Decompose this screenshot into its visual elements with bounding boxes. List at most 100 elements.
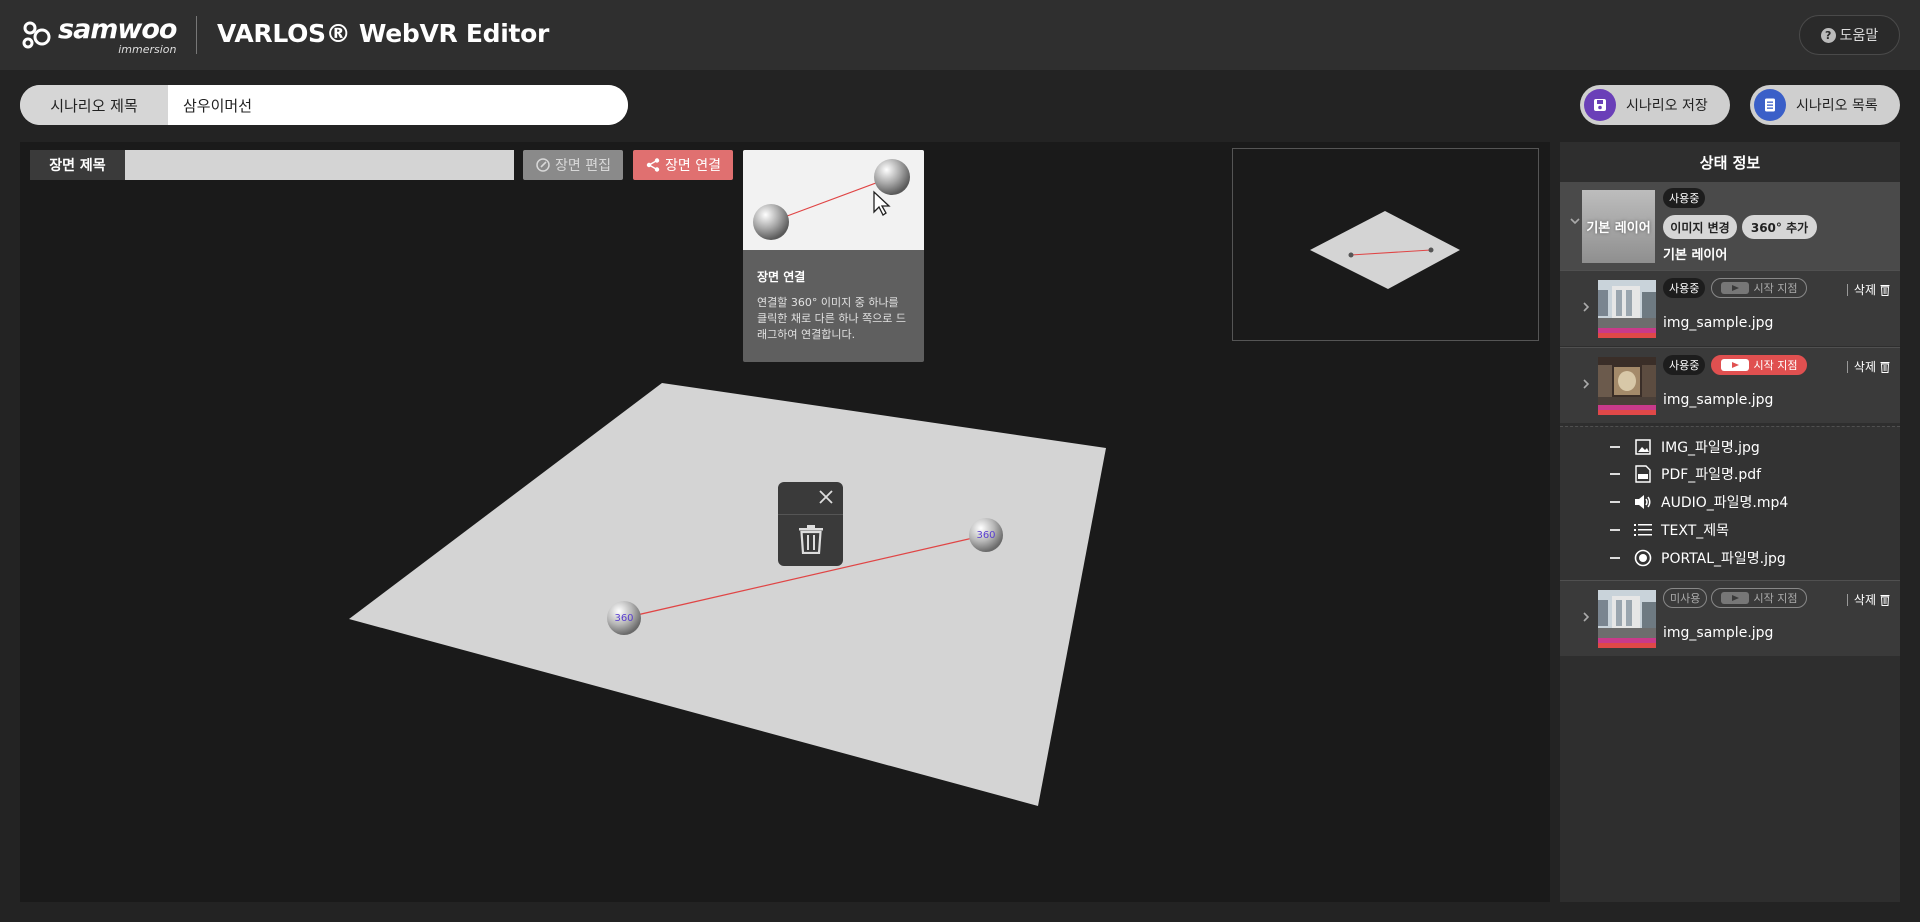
scene-item-list: IMG_파일명.jpg PDF_파일명.pdf AUDIO_파일명.mp4 TE…: [1560, 426, 1900, 580]
list-item[interactable]: AUDIO_파일명.mp4: [1610, 492, 1788, 512]
item-label: IMG_파일명.jpg: [1661, 440, 1760, 456]
start-point-label: 시작 지점: [1753, 592, 1798, 605]
trash-icon[interactable]: [797, 524, 825, 554]
logo-mark-icon: [22, 21, 51, 49]
start-point-toggle[interactable]: 시작 지점: [1711, 278, 1807, 298]
chevron-right-icon[interactable]: [1580, 611, 1592, 627]
popup-divider: [778, 514, 843, 515]
scene-node-1-label: 360: [614, 613, 633, 624]
scene-file-name: img_sample.jpg: [1663, 392, 1774, 408]
minimap-canvas: [1310, 211, 1460, 289]
connection-delete-popup: [778, 482, 843, 566]
delete-scene-button[interactable]: 삭제: [1846, 591, 1890, 608]
scene-title-input[interactable]: [125, 150, 514, 180]
video-icon: [1720, 282, 1749, 294]
logo-name: samwoo: [58, 13, 177, 45]
start-point-label: 시작 지점: [1753, 359, 1798, 372]
minimap-node-1: [1348, 252, 1354, 258]
status-badge: 사용중: [1663, 188, 1706, 208]
scene-row[interactable]: 사용중 시작 지점 삭제 img_sample.jpg: [1560, 347, 1900, 423]
help-label: 도움말: [1839, 28, 1879, 44]
delete-label: 삭제: [1853, 593, 1876, 607]
dash-icon: [1610, 446, 1620, 448]
scene-node-2-label: 360: [976, 530, 995, 541]
scene-row[interactable]: 미사용 시작 지점 삭제 img_sample.jpg: [1560, 580, 1900, 656]
trash-icon: [1880, 284, 1890, 296]
change-image-button[interactable]: 이미지 변경: [1663, 215, 1737, 239]
list-item[interactable]: PORTAL_파일명.jpg: [1610, 548, 1786, 568]
chevron-right-icon[interactable]: [1580, 378, 1592, 394]
base-layer-name: 기본 레이어: [1663, 248, 1728, 263]
scene-edit-label: 장면 편집: [555, 158, 611, 174]
dash-icon: [1610, 529, 1620, 531]
scene-link-tooltip: 장면 연결 연결할 360° 이미지 중 하나를 클릭한 채로 다른 하나 쪽으…: [743, 150, 924, 362]
status-badge: 사용중: [1663, 278, 1706, 298]
chevron-down-icon[interactable]: [1569, 215, 1581, 231]
scene-node-1[interactable]: 360: [607, 601, 641, 635]
close-icon[interactable]: [817, 488, 835, 506]
header-divider: [196, 16, 197, 54]
start-point-label: 시작 지점: [1753, 282, 1798, 295]
item-label: PDF_파일명.pdf: [1661, 467, 1762, 483]
dash-icon: [1610, 501, 1620, 503]
scene-title-bar: 장면 제목: [30, 150, 514, 180]
minimap[interactable]: [1232, 148, 1539, 341]
tooltip-text: 연결할 360° 이미지 중 하나를 클릭한 채로 다른 하나 쪽으로 드래그하…: [757, 296, 907, 341]
scenario-list-button[interactable]: 시나리오 목록: [1750, 85, 1900, 125]
scenario-title-input[interactable]: [168, 85, 628, 125]
item-label: TEXT_제목: [1661, 523, 1730, 539]
video-icon: [1720, 592, 1749, 604]
speaker-icon: [1634, 493, 1652, 511]
add-360-button[interactable]: 360° 추가: [1742, 215, 1817, 239]
chevron-right-icon[interactable]: [1580, 301, 1592, 317]
scene-link-button[interactable]: 장면 연결: [633, 150, 733, 180]
scene-edit-button[interactable]: 장면 편집: [523, 150, 623, 180]
save-scenario-button[interactable]: 시나리오 저장: [1580, 85, 1730, 125]
tooltip-illustration: [743, 150, 924, 250]
status-panel: 상태 정보 기본 레이어 사용중 이미지 변경 360° 추가 기본 레이어 사…: [1560, 142, 1900, 902]
editor-viewport[interactable]: 360 360 장면 제목 장면 편집 장면 연결 장면 연결 연결할 360°…: [20, 142, 1550, 902]
scenario-title-label: 시나리오 제목: [20, 85, 168, 125]
list-item[interactable]: PDF_파일명.pdf: [1610, 464, 1761, 484]
delete-scene-button[interactable]: 삭제: [1846, 358, 1890, 375]
base-layer-thumbnail: 기본 레이어: [1582, 190, 1655, 263]
scene-row[interactable]: 사용중 시작 지점 삭제 img_sample.jpg: [1560, 270, 1900, 346]
list-item[interactable]: IMG_파일명.jpg: [1610, 437, 1760, 457]
trash-icon: [1880, 361, 1890, 373]
delete-scene-button[interactable]: 삭제: [1846, 281, 1890, 298]
share-icon: [646, 158, 660, 172]
dash-icon: [1610, 473, 1620, 475]
scene-file-name: img_sample.jpg: [1663, 315, 1774, 331]
list-icon: [1634, 521, 1652, 539]
video-icon: [1720, 359, 1749, 371]
scene-title-label: 장면 제목: [30, 150, 125, 180]
dash-icon: [1610, 557, 1620, 559]
save-scenario-label: 시나리오 저장: [1626, 98, 1708, 114]
minimap-node-2: [1428, 247, 1434, 253]
scene-node-2[interactable]: 360: [969, 518, 1003, 552]
scene-file-name: img_sample.jpg: [1663, 625, 1774, 641]
question-icon: ?: [1820, 27, 1836, 43]
start-point-toggle[interactable]: 시작 지점: [1711, 355, 1807, 375]
list-doc-icon: [1754, 89, 1786, 121]
panel-title: 상태 정보: [1699, 153, 1761, 172]
tooltip-title: 장면 연결: [757, 270, 806, 284]
scene-thumbnail: [1598, 280, 1656, 338]
edit-circle-icon: [536, 158, 550, 172]
app-title: VARLOS® WebVR Editor: [217, 19, 550, 48]
trash-icon: [1880, 594, 1890, 606]
delete-label: 삭제: [1853, 360, 1876, 374]
minimap-plane: [1310, 211, 1460, 289]
top-bar: samwoo immersion VARLOS® WebVR Editor ? …: [0, 0, 1920, 70]
item-label: AUDIO_파일명.mp4: [1661, 495, 1789, 511]
portal-icon: [1634, 549, 1652, 567]
image-icon: [1634, 438, 1652, 456]
scenario-list-label: 시나리오 목록: [1796, 98, 1878, 114]
item-label: PORTAL_파일명.jpg: [1661, 551, 1786, 567]
start-point-toggle[interactable]: 시작 지점: [1711, 588, 1807, 608]
list-item[interactable]: TEXT_제목: [1610, 520, 1729, 540]
logo-sub: immersion: [118, 42, 177, 56]
save-icon: [1584, 89, 1616, 121]
help-button[interactable]: ? 도움말: [1799, 15, 1900, 55]
base-layer-row[interactable]: 기본 레이어 사용중 이미지 변경 360° 추가 기본 레이어: [1560, 182, 1900, 270]
